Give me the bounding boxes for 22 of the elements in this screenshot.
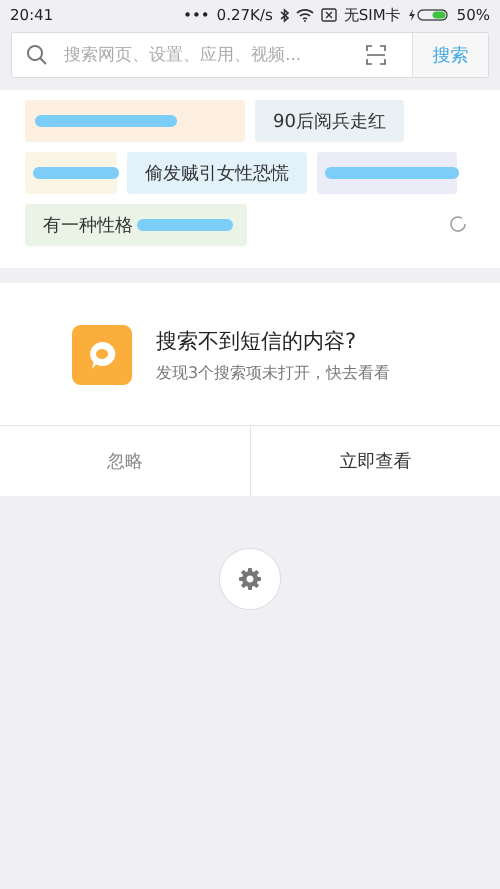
wifi-icon xyxy=(296,8,314,22)
scan-icon[interactable] xyxy=(366,45,386,65)
battery-percent: 50% xyxy=(456,6,490,24)
hot-search-tag[interactable]: 有一种性格 xyxy=(25,204,247,246)
settings-icon xyxy=(238,567,262,591)
refresh-icon[interactable] xyxy=(448,214,468,234)
sim-status: 无SIM卡 xyxy=(344,6,401,24)
bluetooth-icon xyxy=(280,8,289,22)
battery-icon xyxy=(408,8,450,22)
sim-icon xyxy=(320,8,337,22)
message-app-icon xyxy=(72,325,132,385)
prompt-subtitle: 发现3个搜索项未打开，快去看看 xyxy=(156,362,390,384)
network-speed: 0.27K/s xyxy=(216,6,273,24)
prompt-title: 搜索不到短信的内容? xyxy=(156,328,358,354)
clock-time: 20:41 xyxy=(10,6,54,24)
hot-search-tag[interactable] xyxy=(25,100,245,142)
hot-search-tag[interactable]: 偷发贼引女性恐慌 xyxy=(127,152,307,194)
hot-search-tag[interactable] xyxy=(25,152,117,194)
hot-search-tag[interactable] xyxy=(317,152,457,194)
notification-dots: ••• xyxy=(183,6,210,24)
hot-search-tag[interactable]: 90后阅兵走红 xyxy=(255,100,404,142)
search-icon xyxy=(26,44,48,66)
